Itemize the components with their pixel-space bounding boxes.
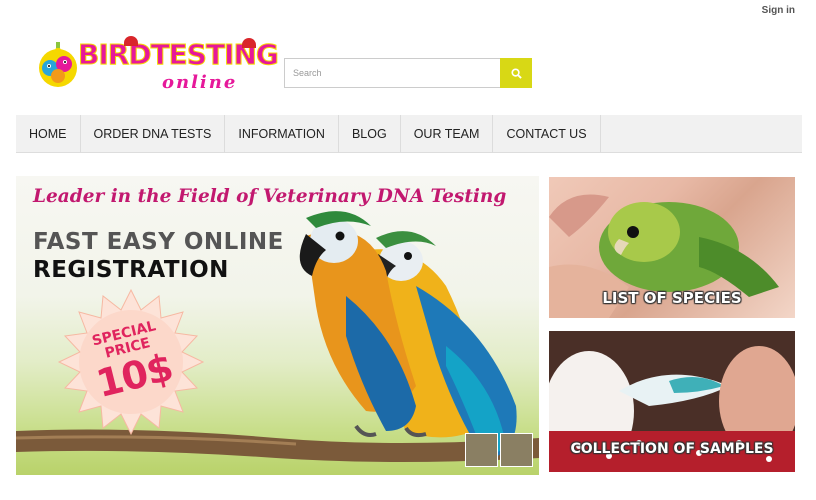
collection-of-samples-panel[interactable]: COLLECTION OF SAMPLES [549, 331, 795, 472]
collection-of-samples-label: COLLECTION OF SAMPLES [570, 441, 774, 457]
nav-item-blog[interactable]: BLOG [339, 115, 401, 153]
site-logo[interactable]: BIRDTESTING online [36, 34, 279, 96]
search-icon [510, 67, 522, 79]
search-button[interactable] [500, 58, 532, 88]
slider-thumbnails [465, 433, 533, 467]
logo-hat-decoration [124, 36, 138, 46]
logo-hat-decoration [242, 38, 256, 48]
main-nav: HOME ORDER DNA TESTS INFORMATION BLOG OU… [16, 115, 802, 153]
nav-item-contact-us[interactable]: CONTACT US [493, 115, 601, 153]
slider-thumb-2[interactable] [500, 433, 533, 467]
hero-line-registration: REGISTRATION [33, 257, 229, 283]
logo-tagline: online [162, 72, 238, 93]
hero-slider[interactable]: Leader in the Field of Veterinary DNA Te… [16, 176, 539, 475]
nav-item-order-dna-tests[interactable]: ORDER DNA TESTS [81, 115, 226, 153]
nav-item-our-team[interactable]: OUR TEAM [401, 115, 494, 153]
sign-in-link[interactable]: Sign in [762, 5, 795, 16]
nav-item-information[interactable]: INFORMATION [225, 115, 339, 153]
search-input[interactable]: Search [284, 58, 500, 88]
slider-thumb-1[interactable] [465, 433, 498, 467]
list-of-species-panel[interactable]: LIST OF SPECIES [549, 177, 795, 318]
nav-item-home[interactable]: HOME [16, 115, 81, 153]
list-of-species-label: LIST OF SPECIES [602, 289, 742, 307]
hero-headline: Leader in the Field of Veterinary DNA Te… [33, 186, 507, 207]
hero-line-fast-easy: FAST EASY ONLINE [33, 229, 284, 255]
birds-logo-icon [39, 42, 77, 87]
